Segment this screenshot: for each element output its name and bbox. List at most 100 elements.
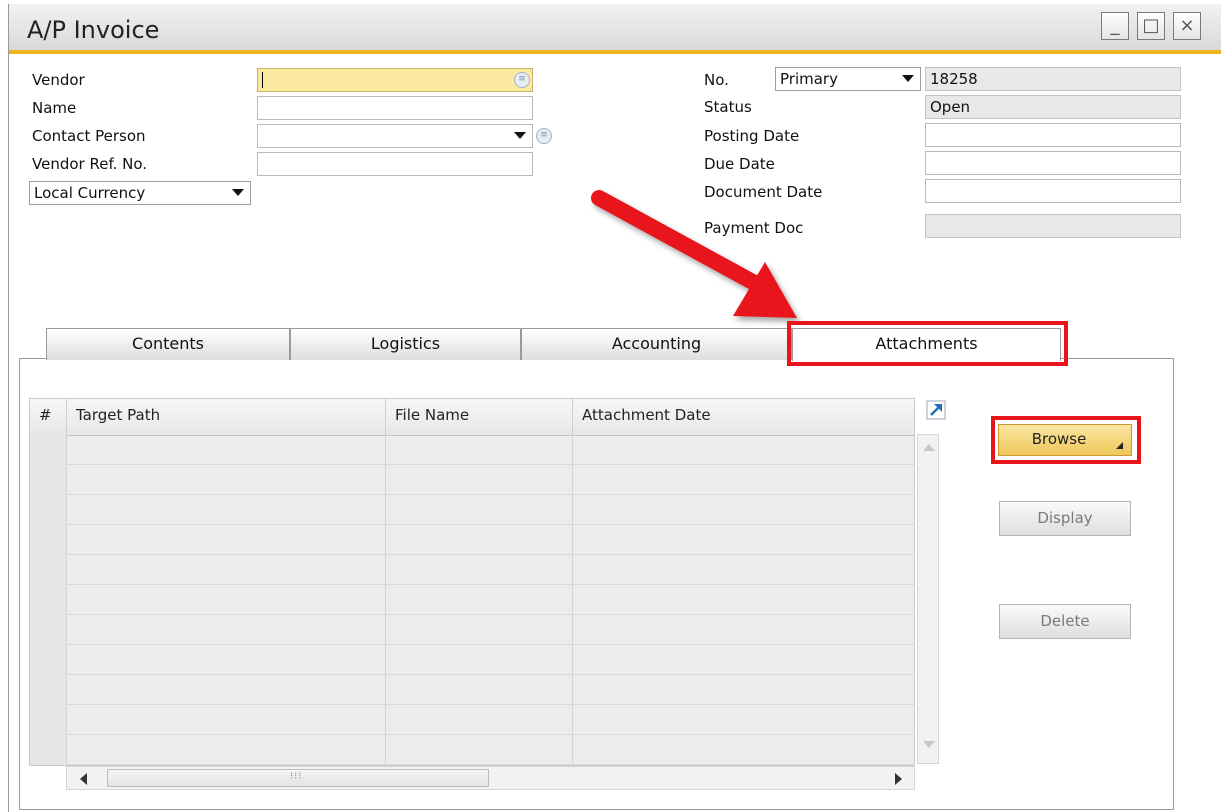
table-row[interactable]	[30, 495, 914, 525]
vendor-field[interactable]: ≡	[257, 68, 533, 92]
minimize-button[interactable]: _	[1101, 12, 1129, 40]
tab-logistics[interactable]: Logistics	[290, 328, 521, 360]
file-name-cell[interactable]	[386, 735, 573, 765]
expand-grid-icon[interactable]	[926, 400, 946, 420]
scroll-thumb[interactable]: ⁝⁝⁝	[107, 769, 489, 787]
attachment-date-cell[interactable]	[573, 645, 914, 675]
name-field[interactable]	[257, 96, 533, 120]
row-number-cell[interactable]	[30, 585, 67, 615]
attachment-date-cell[interactable]	[573, 705, 914, 735]
file-name-cell[interactable]	[386, 525, 573, 555]
scroll-down-icon[interactable]	[923, 741, 935, 749]
file-name-cell[interactable]	[386, 705, 573, 735]
file-name-cell[interactable]	[386, 495, 573, 525]
close-button[interactable]: ×	[1173, 12, 1201, 40]
contact-person-dropdown[interactable]	[257, 124, 533, 148]
file-name-cell[interactable]	[386, 645, 573, 675]
file-name-cell[interactable]	[386, 465, 573, 495]
column-header-file-name[interactable]: File Name	[386, 399, 573, 435]
attachment-date-cell[interactable]	[573, 615, 914, 645]
table-row[interactable]	[30, 735, 914, 765]
row-number-cell[interactable]	[30, 525, 67, 555]
grid-header: # Target Path File Name Attachment Date	[30, 399, 914, 436]
attachment-date-cell[interactable]	[573, 435, 914, 465]
vertical-scrollbar[interactable]	[917, 434, 939, 764]
status-field: Open	[925, 95, 1181, 119]
dropdown-arrow-icon	[232, 189, 244, 196]
choose-from-list-icon[interactable]: ≡	[514, 72, 530, 88]
table-row[interactable]	[30, 555, 914, 585]
target-path-cell[interactable]	[67, 735, 386, 765]
attachments-tab-highlight	[787, 321, 1068, 366]
attachment-date-cell[interactable]	[573, 735, 914, 765]
contact-list-icon[interactable]: ≡	[536, 128, 552, 144]
target-path-cell[interactable]	[67, 675, 386, 705]
table-row[interactable]	[30, 585, 914, 615]
column-header-target-path[interactable]: Target Path	[67, 399, 386, 435]
series-dropdown[interactable]: Primary	[775, 67, 921, 91]
due-date-field[interactable]	[925, 151, 1181, 175]
document-date-field[interactable]	[925, 179, 1181, 203]
horizontal-scrollbar[interactable]: ⁝⁝⁝	[66, 766, 915, 790]
target-path-cell[interactable]	[67, 585, 386, 615]
target-path-cell[interactable]	[67, 705, 386, 735]
column-header-attachment-date[interactable]: Attachment Date	[573, 399, 914, 435]
target-path-cell[interactable]	[67, 525, 386, 555]
target-path-cell[interactable]	[67, 495, 386, 525]
scroll-up-icon[interactable]	[923, 443, 935, 451]
name-label: Name	[32, 99, 77, 117]
tab-accounting[interactable]: Accounting	[521, 328, 792, 360]
attachment-date-cell[interactable]	[573, 495, 914, 525]
target-path-cell[interactable]	[67, 435, 386, 465]
row-number-cell[interactable]	[30, 705, 67, 735]
attachment-date-cell[interactable]	[573, 675, 914, 705]
vendor-label: Vendor	[32, 71, 85, 89]
file-name-cell[interactable]	[386, 615, 573, 645]
table-row[interactable]	[30, 645, 914, 675]
row-number-cell[interactable]	[30, 555, 67, 585]
row-number-cell[interactable]	[30, 675, 67, 705]
display-button[interactable]: Display	[999, 501, 1131, 536]
attachment-date-cell[interactable]	[573, 585, 914, 615]
column-header-number[interactable]: #	[30, 399, 67, 435]
table-row[interactable]	[30, 525, 914, 555]
table-row[interactable]	[30, 435, 914, 465]
row-number-cell[interactable]	[30, 435, 67, 465]
row-number-cell[interactable]	[30, 615, 67, 645]
contact-person-label: Contact Person	[32, 127, 146, 145]
vendor-ref-field[interactable]	[257, 152, 533, 176]
scroll-right-icon[interactable]	[895, 773, 903, 785]
attachment-date-cell[interactable]	[573, 555, 914, 585]
table-row[interactable]	[30, 705, 914, 735]
table-row[interactable]	[30, 675, 914, 705]
target-path-cell[interactable]	[67, 645, 386, 675]
maximize-button[interactable]: □	[1137, 12, 1165, 40]
grip-icon: ⁝⁝⁝	[290, 771, 303, 782]
currency-value: Local Currency	[34, 184, 146, 202]
currency-dropdown[interactable]: Local Currency	[29, 181, 251, 205]
row-number-cell[interactable]	[30, 465, 67, 495]
tab-contents[interactable]: Contents	[46, 328, 290, 360]
row-number-cell[interactable]	[30, 645, 67, 675]
target-path-cell[interactable]	[67, 555, 386, 585]
file-name-cell[interactable]	[386, 585, 573, 615]
row-number-cell[interactable]	[30, 735, 67, 765]
table-row[interactable]	[30, 615, 914, 645]
target-path-cell[interactable]	[67, 615, 386, 645]
file-name-cell[interactable]	[386, 555, 573, 585]
scroll-left-icon[interactable]	[79, 773, 87, 785]
file-name-cell[interactable]	[386, 675, 573, 705]
attachment-date-cell[interactable]	[573, 465, 914, 495]
file-name-cell[interactable]	[386, 435, 573, 465]
vendor-ref-label: Vendor Ref. No.	[32, 155, 148, 173]
row-number-cell[interactable]	[30, 495, 67, 525]
dropdown-arrow-icon	[902, 75, 914, 82]
attachment-date-cell[interactable]	[573, 525, 914, 555]
delete-button[interactable]: Delete	[999, 604, 1131, 639]
doc-number-field: 18258	[925, 67, 1181, 91]
text-caret	[262, 72, 263, 88]
table-row[interactable]	[30, 465, 914, 495]
target-path-cell[interactable]	[67, 465, 386, 495]
payment-doc-field	[925, 214, 1181, 238]
posting-date-field[interactable]	[925, 123, 1181, 147]
